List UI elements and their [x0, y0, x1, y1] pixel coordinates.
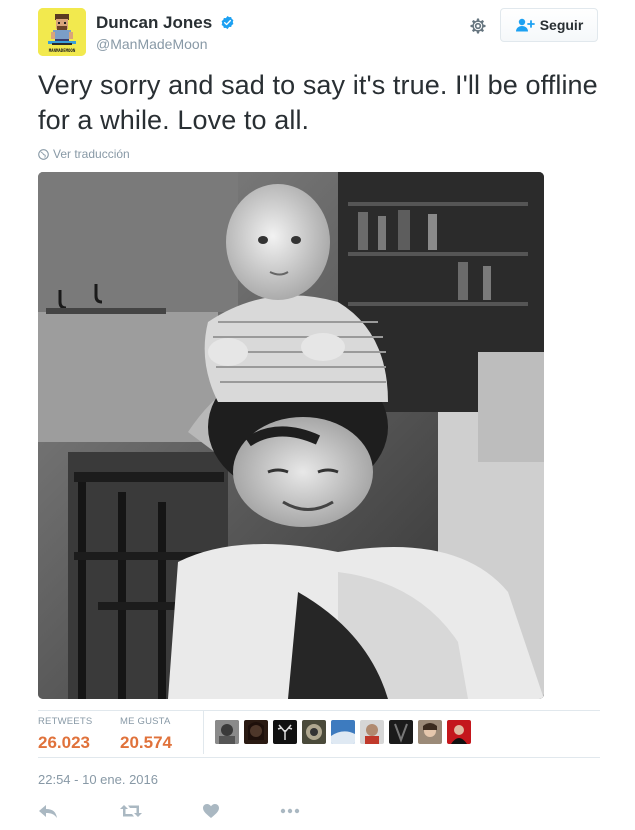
tweet-photo[interactable]: [38, 172, 544, 699]
full-name[interactable]: Duncan Jones: [96, 13, 212, 33]
liker-avatar[interactable]: [418, 720, 442, 744]
translate-label: Ver traducción: [53, 147, 130, 161]
translate-link[interactable]: Ver traducción: [38, 147, 130, 161]
retweets-label: RETWEETS: [38, 716, 93, 727]
follow-button[interactable]: Seguir: [500, 8, 598, 42]
retweet-icon[interactable]: [120, 803, 142, 819]
add-user-icon: [515, 18, 535, 32]
liker-avatar[interactable]: [447, 720, 471, 744]
liker-avatar[interactable]: [244, 720, 268, 744]
tweet-header: MANMADEMOON Duncan Jones @ManMadeMoon Se…: [38, 8, 600, 56]
likes-stat[interactable]: ME GUSTA 20.574: [120, 716, 172, 753]
liker-avatar[interactable]: [215, 720, 239, 744]
stats-bottom-divider: [38, 757, 600, 758]
retweets-count: 26.023: [38, 733, 90, 752]
retweets-stat[interactable]: RETWEETS 26.023: [38, 716, 92, 753]
avatar[interactable]: MANMADEMOON: [38, 8, 86, 56]
more-icon[interactable]: [280, 803, 300, 819]
stats-top-divider: [38, 710, 600, 711]
liker-avatar[interactable]: [389, 720, 413, 744]
user-names: Duncan Jones @ManMadeMoon: [96, 13, 235, 53]
stats-separator: [203, 711, 204, 754]
likes-count: 20.574: [120, 733, 172, 752]
heart-icon[interactable]: [202, 803, 220, 819]
gear-icon[interactable]: [468, 16, 488, 36]
globe-icon: [38, 148, 49, 160]
liker-avatar[interactable]: [273, 720, 297, 744]
photo-image: [38, 172, 544, 699]
user-handle[interactable]: @ManMadeMoon: [96, 35, 235, 53]
liker-avatar[interactable]: [302, 720, 326, 744]
liker-avatar[interactable]: [331, 720, 355, 744]
likes-label: ME GUSTA: [120, 716, 171, 727]
tweet-text: Very sorry and sad to say it's true. I'l…: [38, 70, 598, 135]
tweet-actions: [38, 803, 338, 821]
likers-avatars: [215, 720, 471, 744]
follow-button-label: Seguir: [539, 17, 584, 33]
avatar-caption: MANMADEMOON: [48, 48, 76, 53]
verified-badge-icon: [221, 15, 234, 29]
liker-avatar[interactable]: [360, 720, 384, 744]
tweet-timestamp[interactable]: 22:54 - 10 ene. 2016: [38, 772, 158, 787]
reply-icon[interactable]: [38, 803, 58, 819]
